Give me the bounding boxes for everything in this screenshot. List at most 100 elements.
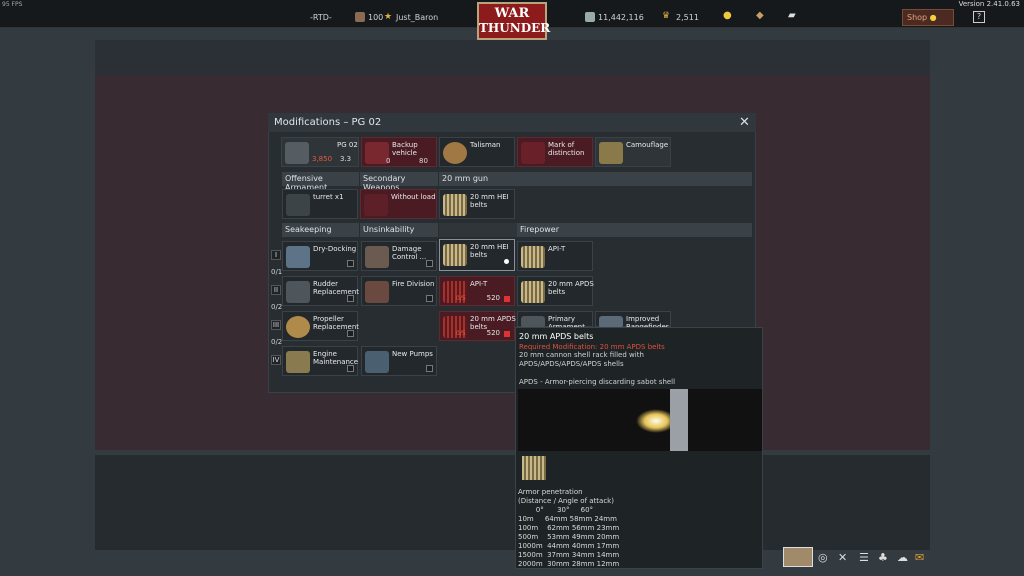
hei-belts-slot[interactable]: 20 mm HEI belts <box>439 189 515 219</box>
selected-radio <box>504 259 509 264</box>
checkbox[interactable] <box>347 330 354 337</box>
secondary-weapon-slot[interactable]: Without load <box>360 189 437 219</box>
pump-icon <box>365 351 389 373</box>
belts-header <box>439 223 517 237</box>
tooltip-title: 20 mm APDS belts <box>519 332 594 341</box>
tooltip-description: 20 mm cannon shell rack filled with APDS… <box>519 351 644 368</box>
hei-belts-option[interactable]: 20 mm HEI belts <box>439 239 515 271</box>
rank-progress: 0/2 <box>271 338 283 346</box>
tooltip-requirement: Required Modification: 20 mm APDS belts <box>519 343 665 351</box>
war-thunder-logo: WAR THUNDER <box>477 2 550 40</box>
weapon-icon <box>364 194 388 216</box>
coupon-icon[interactable]: ▰ <box>788 10 796 21</box>
checkbox[interactable] <box>347 365 354 372</box>
chat-icon[interactable]: ☁ <box>897 551 908 564</box>
close-icon[interactable]: ✕ <box>838 551 847 564</box>
crew-icon <box>365 246 389 268</box>
boat-icon <box>285 142 309 164</box>
shell-impact-image <box>518 389 762 451</box>
tooltip-shell-type: APDS - Armor-piercing discarding sabot s… <box>519 378 676 386</box>
modification-tooltip: 20 mm APDS belts Required Modification: … <box>515 327 763 569</box>
alert-icon: ● <box>929 13 937 22</box>
firefighter-icon <box>365 281 389 303</box>
list-icon[interactable]: ☰ <box>859 551 869 564</box>
turret-slot[interactable]: turret x1 <box>282 189 358 219</box>
squad-avatar[interactable] <box>783 547 813 567</box>
checkbox[interactable] <box>347 260 354 267</box>
shells-icon <box>522 456 546 480</box>
close-icon[interactable]: ✕ <box>739 115 750 130</box>
help-button[interactable]: ? <box>973 11 985 23</box>
offensive-armament-header: Offensive Armament <box>282 172 359 192</box>
lightbulb-icon[interactable]: ● <box>723 10 732 21</box>
gold-balance[interactable]: 2,511 <box>676 13 699 22</box>
silver-lions-icon <box>585 12 595 22</box>
mode-label[interactable]: -RTD- <box>310 13 332 22</box>
medal-icon <box>521 142 545 164</box>
rudder-icon <box>286 281 310 303</box>
friends-icon[interactable]: ♣ <box>878 551 888 564</box>
shop-button[interactable]: Shop ● <box>902 9 954 26</box>
damage-control-slot[interactable]: Damage Control ... <box>361 241 437 271</box>
turret-icon <box>286 194 310 216</box>
window-title: Modifications – PG 02 <box>274 117 382 128</box>
seakeeping-header: Seakeeping <box>282 223 359 237</box>
lock-icon <box>504 331 510 337</box>
camouflage-icon <box>599 142 623 164</box>
mail-icon[interactable]: ✉ <box>915 551 924 564</box>
shells-icon <box>443 194 467 216</box>
backup-vehicle-slot[interactable]: Backup vehicle 0 80 <box>361 137 437 167</box>
rank-ii: II <box>271 285 281 295</box>
vehicle-slot-pg02[interactable]: PG 02 3,850 3.3 <box>281 137 359 167</box>
camouflage-slot[interactable]: Camouflage <box>595 137 671 167</box>
new-pumps-slot[interactable]: New Pumps <box>361 346 437 376</box>
rank-iv: IV <box>271 355 281 365</box>
talisman-icon <box>443 142 467 164</box>
avatar[interactable] <box>355 12 365 22</box>
vehicle-slots-bar <box>95 455 930 550</box>
firepower-header: Firepower <box>517 223 752 237</box>
apds-belts-option[interactable]: 20 mm APDS belts 0/5 520 <box>439 311 516 341</box>
shells-icon <box>443 244 467 266</box>
golden-eagles-icon: ♛ <box>662 11 671 21</box>
secondary-weapons-header: Secondary Weapons <box>360 172 438 192</box>
shells-icon <box>521 246 545 268</box>
checkbox[interactable] <box>426 295 433 302</box>
penetration-table: Armor penetration (Distance / Angle of at… <box>518 488 620 568</box>
apds-mod-slot[interactable]: 20 mm APDS belts <box>517 276 594 306</box>
api-t-mod-slot[interactable]: API-T <box>517 241 593 271</box>
background-tabs <box>95 40 930 75</box>
rank-iii: III <box>271 320 281 330</box>
checkbox[interactable] <box>426 365 433 372</box>
player-level: 100 <box>368 13 384 22</box>
dry-docking-slot[interactable]: Dry-Docking <box>282 241 358 271</box>
checkbox[interactable] <box>426 260 433 267</box>
primary-armament-slot[interactable]: Primary Armament <box>517 311 593 331</box>
propeller-icon <box>286 316 310 338</box>
squad-icon[interactable]: ◎ <box>818 551 828 564</box>
talisman-slot[interactable]: Talisman <box>439 137 515 167</box>
improved-rangefinder-slot[interactable]: Improved Rangefinder <box>595 311 671 331</box>
lock-icon <box>504 296 510 302</box>
star-icon: ★ <box>384 12 393 22</box>
username[interactable]: Just_Baron <box>396 13 438 22</box>
fps-counter: 95 FPS <box>2 1 23 8</box>
version-label: Version 2.41.0.63 <box>958 0 1020 8</box>
propeller-replacement-slot[interactable]: Propeller Replacement <box>282 311 359 341</box>
gun-header: 20 mm gun <box>439 172 752 186</box>
fire-division-slot[interactable]: Fire Division <box>361 276 437 306</box>
chest-icon[interactable]: ◆ <box>756 10 764 21</box>
rudder-replacement-slot[interactable]: Rudder Replacement <box>282 276 359 306</box>
rank-progress: 0/1 <box>271 268 283 276</box>
mark-of-distinction-slot[interactable]: Mark of distinction <box>517 137 593 167</box>
checkbox[interactable] <box>347 295 354 302</box>
rank-i: I <box>271 250 281 260</box>
api-t-belts-option[interactable]: API-T 0/5 520 <box>439 276 515 306</box>
silver-balance[interactable]: 11,442,116 <box>598 13 644 22</box>
unsinkability-header: Unsinkability <box>360 223 438 237</box>
armor-plate <box>670 389 688 451</box>
engine-icon <box>286 351 310 373</box>
engine-maintenance-slot[interactable]: Engine Maintenance <box>282 346 358 376</box>
shells-icon <box>521 281 545 303</box>
dock-icon <box>286 246 310 268</box>
